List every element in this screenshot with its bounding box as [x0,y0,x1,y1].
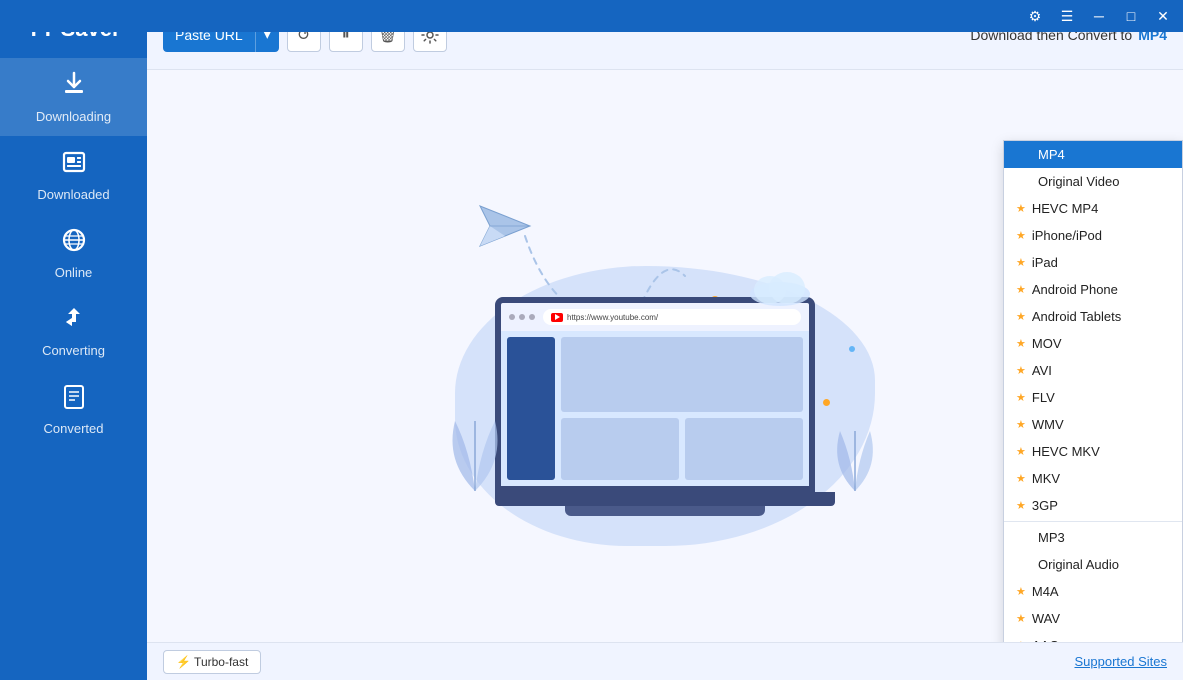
footer: ⚡ Turbo-fast Supported Sites [147,642,1183,680]
dropdown-item-label: HEVC MKV [1032,444,1100,459]
minimize-button[interactable]: ─ [1083,0,1115,32]
dropdown-item-avi[interactable]: ★ AVI [1004,357,1182,384]
sidebar-item-converted[interactable]: Converted [0,370,147,448]
browser-dot-1 [509,314,515,320]
dropdown-item-label: Android Phone [1032,282,1118,297]
dropdown-item-android-tablets[interactable]: ★ Android Tablets [1004,303,1182,330]
maximize-button[interactable]: □ [1115,0,1147,32]
dropdown-item-flv[interactable]: ★ FLV [1004,384,1182,411]
leaf-right [825,421,885,506]
browser-dot-2 [519,314,525,320]
dropdown-item-label: MP4 [1038,147,1065,162]
sidebar-label-downloading: Downloading [36,109,111,124]
dropdown-item-label: Original Audio [1038,557,1119,572]
dropdown-item-original-video[interactable]: Original Video [1004,168,1182,195]
dropdown-item-label: AAC [1032,638,1059,642]
star-icon: ★ [1016,310,1026,323]
dropdown-item-label: FLV [1032,390,1055,405]
settings-button[interactable]: ⚙ [1019,0,1051,32]
laptop-stand [565,506,765,516]
downloaded-icon [60,148,88,183]
dropdown-item-aac[interactable]: ★ AAC [1004,632,1182,642]
turbo-label: ⚡ Turbo-fast [176,655,248,669]
online-icon [60,226,88,261]
cloud-decoration [745,266,815,311]
dropdown-item-m4a[interactable]: ★ M4A [1004,578,1182,605]
illustration: https://www.youtube.com/ [415,146,915,566]
star-icon: ★ [1016,283,1026,296]
hero-area: https://www.youtube.com/ [147,70,1183,642]
dropdown-item-hevc-mp4[interactable]: ★ HEVC MP4 [1004,195,1182,222]
star-icon: ★ [1016,337,1026,350]
converting-icon [60,304,88,339]
sidebar: YT Saver Downloading Downloaded [0,0,147,680]
dot-blue-2 [849,346,855,352]
dropdown-item-iphone-ipod[interactable]: ★ iPhone/iPod [1004,222,1182,249]
dropdown-separator [1004,521,1182,522]
star-icon: ★ [1016,472,1026,485]
star-icon: ★ [1016,612,1026,625]
star-icon: ★ [1016,445,1026,458]
dropdown-item-3gp[interactable]: ★ 3GP [1004,492,1182,519]
turbo-badge: ⚡ Turbo-fast [163,650,261,674]
leaf-left [435,401,515,506]
star-icon: ★ [1016,585,1026,598]
dropdown-item-label: 3GP [1032,498,1058,513]
download-icon [60,70,88,105]
star-icon: ★ [1016,391,1026,404]
youtube-icon [551,313,563,322]
star-icon: ★ [1016,229,1026,242]
dropdown-item-label: WMV [1032,417,1064,432]
dropdown-item-label: M4A [1032,584,1059,599]
dropdown-item-mkv[interactable]: ★ MKV [1004,465,1182,492]
dropdown-item-label: iPad [1032,255,1058,270]
dropdown-item-label: MKV [1032,471,1060,486]
dropdown-item-label: AVI [1032,363,1052,378]
sidebar-label-online: Online [55,265,93,280]
sidebar-item-converting[interactable]: Converting [0,292,147,370]
sidebar-label-downloaded: Downloaded [37,187,109,202]
star-icon: ★ [1016,364,1026,377]
star-icon: ★ [1016,256,1026,269]
converted-icon [60,382,88,417]
star-icon: ★ [1016,639,1026,642]
dropdown-item-hevc-mkv[interactable]: ★ HEVC MKV [1004,438,1182,465]
dropdown-item-label: MOV [1032,336,1062,351]
dropdown-item-label: WAV [1032,611,1060,626]
star-icon: ★ [1016,202,1026,215]
laptop-illustration: https://www.youtube.com/ [495,297,835,516]
dropdown-item-mp3[interactable]: MP3 [1004,524,1182,551]
dropdown-item-ipad[interactable]: ★ iPad [1004,249,1182,276]
dropdown-item-original-audio[interactable]: Original Audio [1004,551,1182,578]
dropdown-item-label: iPhone/iPod [1032,228,1102,243]
browser-url: https://www.youtube.com/ [567,313,658,322]
sidebar-item-downloaded[interactable]: Downloaded [0,136,147,214]
dropdown-item-wav[interactable]: ★ WAV [1004,605,1182,632]
format-dropdown[interactable]: MP4 Original Video ★ HEVC MP4 ★ iPhone/iPod ★ i… [1003,140,1183,642]
sidebar-item-online[interactable]: Online [0,214,147,292]
sidebar-label-converting: Converting [42,343,105,358]
dropdown-item-wmv[interactable]: ★ WMV [1004,411,1182,438]
star-icon: ★ [1016,418,1026,431]
dropdown-item-label: Original Video [1038,174,1119,189]
supported-sites-link[interactable]: Supported Sites [1074,654,1167,669]
sidebar-label-converted: Converted [44,421,104,436]
menu-button[interactable]: ☰ [1051,0,1083,32]
browser-dot-3 [529,314,535,320]
dropdown-item-mp4[interactable]: MP4 [1004,141,1182,168]
close-button[interactable]: ✕ [1147,0,1179,32]
title-bar: ⚙ ☰ ─ □ ✕ [0,0,1183,32]
sidebar-item-downloading[interactable]: Downloading [0,58,147,136]
dropdown-item-label: Android Tablets [1032,309,1121,324]
dropdown-item-mov[interactable]: ★ MOV [1004,330,1182,357]
laptop-screen: https://www.youtube.com/ [495,297,815,492]
dropdown-item-label: HEVC MP4 [1032,201,1098,216]
window-controls: ⚙ ☰ ─ □ ✕ [1019,0,1179,32]
main-content: Paste URL ▾ ↺ ⏸ 🗑 Download then Convert … [147,0,1183,680]
star-icon: ★ [1016,499,1026,512]
laptop-base [495,492,835,506]
dropdown-item-android-phone[interactable]: ★ Android Phone [1004,276,1182,303]
dropdown-item-label: MP3 [1038,530,1065,545]
browser-address-bar: https://www.youtube.com/ [543,309,801,325]
